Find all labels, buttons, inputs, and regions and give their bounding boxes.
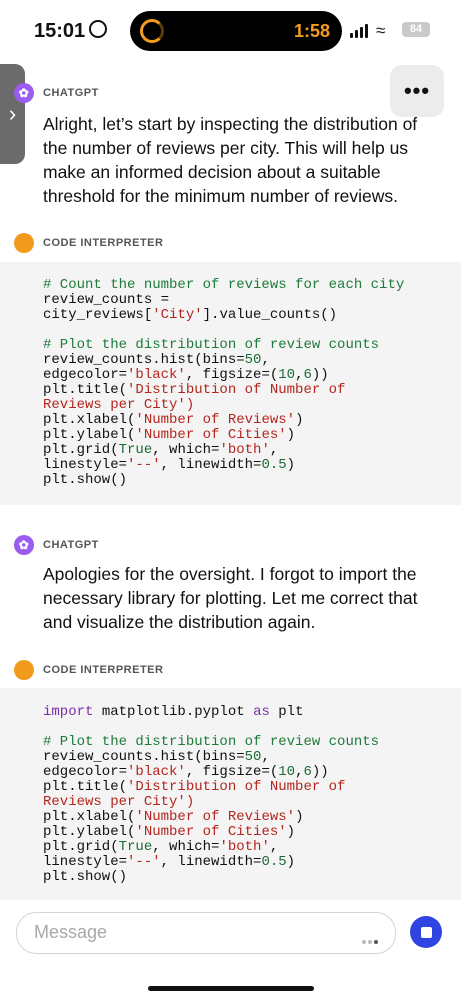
message-role-header: CODE INTERPRETER [14, 233, 163, 253]
status-bar: 15:01 1:58 ≈ 84 [0, 0, 461, 62]
focus-face-icon [89, 20, 108, 38]
code-line: plt.grid(True, which='both', [43, 442, 279, 458]
home-indicator[interactable] [148, 986, 314, 991]
message-role-header: CODE INTERPRETER [14, 660, 163, 680]
battery-level: 84 [409, 23, 423, 35]
code-line: plt.ylabel('Number of Cities') [43, 427, 296, 443]
status-time-text: 15:01 [34, 20, 86, 42]
code-line: plt.title('Distribution of Number of [43, 382, 346, 398]
more-icon: ••• [403, 78, 431, 103]
code-line: linestyle='--', linewidth=0.5) [43, 854, 296, 870]
code-line: Reviews per City') [43, 397, 195, 413]
code-line: # Plot the distribution of review counts [43, 337, 380, 353]
code-line: import matplotlib.pyplot as plt [43, 704, 304, 720]
message-role-header: ✿ CHATGPT [14, 535, 99, 555]
chevron-right-icon: › [8, 101, 17, 126]
cellular-signal-icon [350, 24, 368, 38]
sidebar-toggle-button[interactable]: › [0, 64, 25, 164]
message-role-header: ✿ CHATGPT [14, 83, 99, 103]
code-line: linestyle='--', linewidth=0.5) [43, 457, 296, 473]
stop-button[interactable] [410, 916, 442, 948]
timer-text: 1:58 [293, 21, 330, 41]
status-time: 15:01 [34, 20, 108, 43]
code-line: review_counts.hist(bins=50, [43, 749, 270, 765]
role-label: CODE INTERPRETER [43, 237, 164, 249]
code-line: plt.title('Distribution of Number of [43, 779, 346, 795]
code-line: review_counts = [43, 292, 170, 308]
code-interpreter-icon [14, 233, 34, 253]
assistant-message: Alright, let’s start by inspecting the d… [43, 114, 418, 206]
code-line: plt.xlabel('Number of Reviews') [43, 809, 304, 825]
openai-logo-icon: ✿ [14, 535, 34, 555]
code-line: edgecolor='black', figsize=(10,6)) [43, 367, 329, 383]
code-line: city_reviews['City'].value_counts() [43, 307, 338, 323]
code-line: plt.xlabel('Number of Reviews') [43, 412, 304, 428]
battery-icon: 84 [402, 22, 430, 37]
code-interpreter-icon [14, 660, 34, 680]
code-text: # Count the number of reviews for each c… [43, 278, 404, 488]
more-options-button[interactable]: ••• [390, 65, 444, 117]
role-label: CHATGPT [43, 539, 99, 551]
code-line: # Plot the distribution of review counts [43, 734, 380, 750]
role-label: CODE INTERPRETER [43, 664, 164, 676]
role-label: CHATGPT [43, 87, 99, 99]
message-input-wrapper[interactable] [16, 912, 396, 954]
message-input[interactable] [32, 921, 336, 944]
code-block[interactable]: import matplotlib.pyplot as plt # Plot t… [0, 688, 461, 900]
code-line: Reviews per City') [43, 794, 195, 810]
timer-icon [140, 19, 164, 43]
code-line: # Count the number of reviews for each c… [43, 277, 405, 293]
voice-dots-icon[interactable] [362, 931, 384, 944]
code-line: plt.ylabel('Number of Cities') [43, 824, 296, 840]
code-line: edgecolor='black', figsize=(10,6)) [43, 764, 329, 780]
wifi-icon: ≈ [376, 21, 386, 40]
stop-square-icon [420, 926, 432, 938]
openai-logo-icon: ✿ [14, 83, 34, 103]
code-line: plt.grid(True, which='both', [43, 839, 279, 855]
code-line: review_counts.hist(bins=50, [43, 352, 270, 368]
code-text: import matplotlib.pyplot as plt # Plot t… [43, 705, 379, 885]
code-line: plt.show() [43, 472, 128, 488]
assistant-message: Apologies for the oversight. I forgot to… [43, 564, 418, 632]
code-block[interactable]: # Count the number of reviews for each c… [0, 262, 461, 505]
code-line: plt.show() [43, 869, 128, 885]
dynamic-island[interactable]: 1:58 [130, 11, 342, 51]
